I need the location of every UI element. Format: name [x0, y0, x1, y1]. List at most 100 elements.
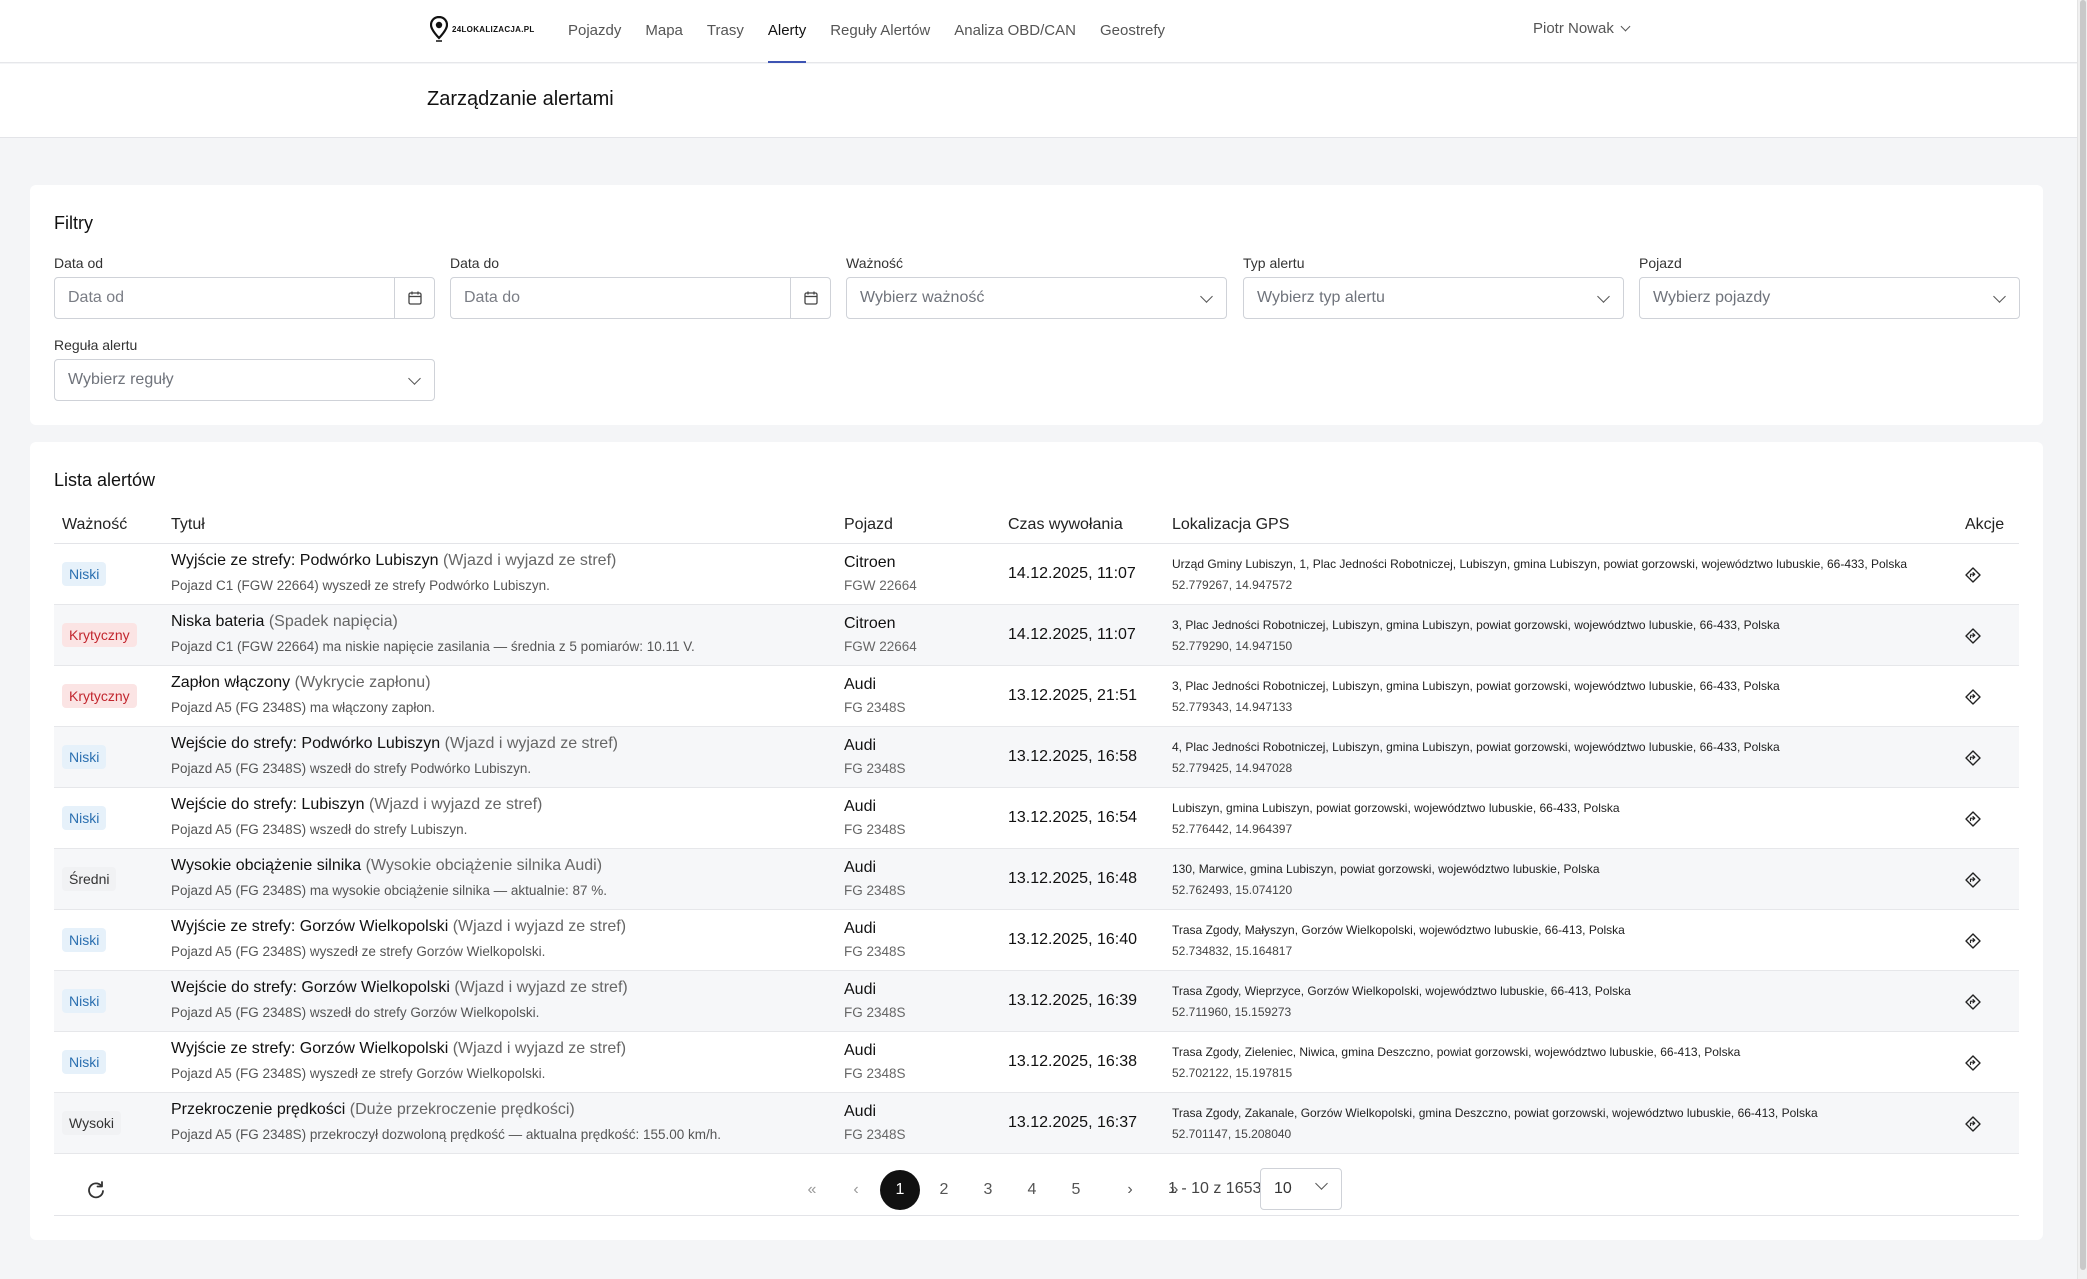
page-button-5[interactable]: 5: [1056, 1170, 1096, 1210]
page-button-4[interactable]: 4: [1012, 1170, 1052, 1210]
navigate-button[interactable]: [1962, 930, 1984, 952]
logo[interactable]: 24LOKALIZACJA.PL: [430, 16, 535, 42]
alert-title-text: Przekroczenie prędkości: [171, 1101, 346, 1118]
location-coords: 52.711960, 15.159273: [1172, 1005, 1292, 1019]
next-page-button[interactable]: ›: [1110, 1170, 1150, 1210]
location-address: 3, Plac Jedności Robotniczej, Lubiszyn, …: [1172, 679, 1780, 693]
table-row[interactable]: Niski Wyjście ze strefy: Gorzów Wielkopol…: [54, 1032, 2019, 1093]
rule-select[interactable]: Wybierz reguły: [54, 359, 435, 401]
nav-item-0[interactable]: Pojazdy: [556, 0, 633, 63]
table-row[interactable]: Niski Wyjście ze strefy: Gorzów Wielkopol…: [54, 910, 2019, 971]
page-button-3[interactable]: 3: [968, 1170, 1008, 1210]
page-header: Zarządzanie alertami: [0, 64, 2077, 138]
navigate-diamond-icon: [1965, 1055, 1981, 1071]
chevron-down-icon: [1596, 289, 1610, 303]
vehicle-plate: FG 2348S: [844, 1127, 906, 1142]
severity-badge: Niski: [62, 1050, 107, 1074]
column-header-title[interactable]: Tytuł: [171, 516, 205, 534]
prev-page-button[interactable]: ‹: [836, 1170, 876, 1210]
location-coords: 52.701147, 15.208040: [1172, 1127, 1292, 1141]
alert-title: Zapłon włączony (Wykrycie zapłonu): [171, 674, 431, 692]
page-button-1[interactable]: 1: [880, 1170, 920, 1210]
nav-item-4[interactable]: Reguły Alertów: [818, 0, 942, 63]
table-row[interactable]: Niski Wejście do strefy: Podwórko Lubiszy…: [54, 727, 2019, 788]
trigger-time: 13.12.2025, 16:58: [1008, 748, 1138, 765]
location-address: 4, Plac Jedności Robotniczej, Lubiszyn, …: [1172, 740, 1780, 754]
alert-type-placeholder: Wybierz typ alertu: [1257, 289, 1385, 306]
alert-title: Wejście do strefy: Lubiszyn (Wjazd i wyj…: [171, 796, 542, 814]
vehicle-plate: FGW 22664: [844, 578, 917, 593]
pagination-bar: « ‹ 12345 › » 1 - 10 z 1653 10: [54, 1164, 2019, 1216]
alert-description: Pojazd A5 (FG 2348S) wyszedł ze strefy G…: [171, 944, 546, 959]
alert-description: Pojazd A5 (FG 2348S) wyszedł ze strefy G…: [171, 1066, 546, 1081]
severity-badge: Średni: [62, 867, 117, 891]
alert-type: (Wjazd i wyjazd ze stref): [369, 796, 543, 813]
user-menu[interactable]: Piotr Nowak: [1533, 20, 1631, 37]
column-header-time[interactable]: Czas wywołania: [1008, 516, 1123, 534]
date-to-calendar-button[interactable]: [790, 278, 830, 318]
vehicle-select[interactable]: Wybierz pojazdy: [1639, 277, 2020, 319]
navigate-button[interactable]: [1962, 625, 1984, 647]
alert-type-select[interactable]: Wybierz typ alertu: [1243, 277, 1624, 319]
alert-type: (Wjazd i wyjazd ze stref): [452, 1040, 627, 1057]
table-row[interactable]: Średni Wysokie obciążenie silnika (Wysoki…: [54, 849, 2019, 910]
vehicle-plate: FG 2348S: [844, 700, 906, 715]
severity-label: Ważność: [846, 255, 904, 271]
alert-type: (Duże przekroczenie prędkości): [349, 1101, 575, 1118]
alert-title-text: Wejście do strefy: Podwórko Lubiszyn: [171, 735, 441, 752]
scrollbar-thumb[interactable]: [2080, 0, 2086, 1270]
nav-item-5[interactable]: Analiza OBD/CAN: [942, 0, 1088, 63]
severity-select[interactable]: Wybierz ważność: [846, 277, 1227, 319]
table-row[interactable]: Niski Wyjście ze strefy: Podwórko Lubiszy…: [54, 544, 2019, 605]
chevron-down-icon: [407, 371, 421, 385]
alert-title-text: Wyjście ze strefy: Gorzów Wielkopolski: [171, 918, 449, 935]
refresh-button[interactable]: [84, 1178, 108, 1202]
navigate-button[interactable]: [1962, 869, 1984, 891]
page-size-select[interactable]: 10: [1260, 1168, 1342, 1210]
page-scrollbar[interactable]: [2077, 0, 2087, 1279]
nav-item-2[interactable]: Trasy: [695, 0, 756, 63]
navigate-button[interactable]: [1962, 1113, 1984, 1135]
table-row[interactable]: Krytyczny Zapłon włączony (Wykrycie zapło…: [54, 666, 2019, 727]
navigate-button[interactable]: [1962, 686, 1984, 708]
date-to-input[interactable]: [451, 278, 790, 318]
page-button-2[interactable]: 2: [924, 1170, 964, 1210]
navigate-button[interactable]: [1962, 808, 1984, 830]
location-address: Trasa Zgody, Zieleniec, Niwica, gmina De…: [1172, 1045, 1741, 1059]
navigate-diamond-icon: [1965, 872, 1981, 888]
date-from-calendar-button[interactable]: [394, 278, 434, 318]
column-header-vehicle[interactable]: Pojazd: [844, 516, 893, 534]
first-page-button[interactable]: «: [792, 1170, 832, 1210]
alert-title-text: Wejście do strefy: Gorzów Wielkopolski: [171, 979, 450, 996]
chevron-down-icon: [1620, 21, 1631, 32]
severity-badge: Niski: [62, 989, 107, 1013]
navigate-button[interactable]: [1962, 564, 1984, 586]
table-row[interactable]: Wysoki Przekroczenie prędkości (Duże prze…: [54, 1093, 2019, 1154]
table-row[interactable]: Krytyczny Niska bateria (Spadek napięcia)…: [54, 605, 2019, 666]
nav-item-6[interactable]: Geostrefy: [1088, 0, 1177, 63]
navigate-button[interactable]: [1962, 1052, 1984, 1074]
table-header: Ważność Tytuł Pojazd Czas wywołania Loka…: [54, 508, 2019, 544]
alert-title: Niska bateria (Spadek napięcia): [171, 613, 398, 631]
table-row[interactable]: Niski Wejście do strefy: Lubiszyn (Wjazd …: [54, 788, 2019, 849]
trigger-time: 14.12.2025, 11:07: [1008, 565, 1136, 582]
vehicle-plate: FG 2348S: [844, 761, 906, 776]
nav-item-3[interactable]: Alerty: [756, 0, 818, 63]
nav-item-1[interactable]: Mapa: [633, 0, 695, 63]
column-header-location[interactable]: Lokalizacja GPS: [1172, 516, 1289, 534]
column-header-severity[interactable]: Ważność: [62, 516, 127, 534]
navigate-button[interactable]: [1962, 747, 1984, 769]
navigate-button[interactable]: [1962, 991, 1984, 1013]
chevron-down-icon: [1992, 289, 2006, 303]
table-row[interactable]: Niski Wejście do strefy: Gorzów Wielkopol…: [54, 971, 2019, 1032]
page-title: Zarządzanie alertami: [427, 88, 614, 110]
alert-type-label: Typ alertu: [1243, 255, 1305, 271]
chevron-down-icon: [1315, 1177, 1328, 1190]
location-coords: 52.702122, 15.197815: [1172, 1066, 1293, 1080]
navigate-diamond-icon: [1965, 750, 1981, 766]
alert-title-text: Niska bateria: [171, 613, 265, 630]
date-from-input[interactable]: [55, 278, 394, 318]
severity-badge: Niski: [62, 806, 107, 830]
location-address: 3, Plac Jedności Robotniczej, Lubiszyn, …: [1172, 618, 1780, 632]
vehicle-name: Audi: [844, 920, 877, 937]
